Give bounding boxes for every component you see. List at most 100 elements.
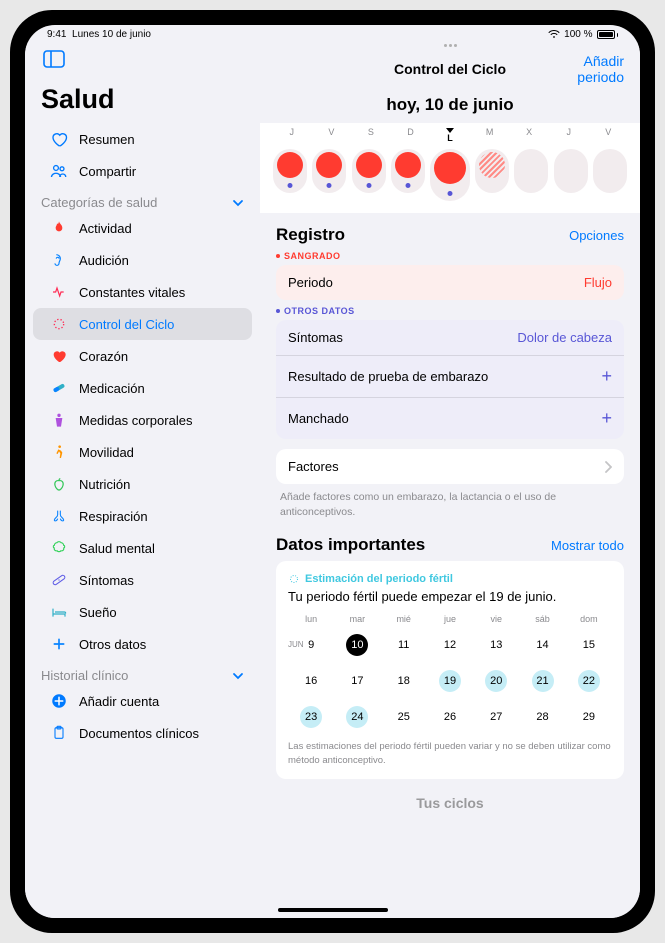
apple-icon [49,474,69,494]
sangrado-label: SANGRADO [276,251,624,261]
sidebar-item-add-account[interactable]: Añadir cuenta [33,685,252,717]
sidebar-item-label: Movilidad [79,445,134,460]
cal-cell[interactable]: 23 [288,702,334,732]
cal-cell[interactable]: 17 [334,666,380,696]
fertile-window-card[interactable]: Estimación del periodo fértil Tu periodo… [276,561,624,779]
sidebar-item-share[interactable]: Compartir [33,155,252,187]
cycle-day-bubble[interactable] [391,149,425,193]
vitals-icon [49,282,69,302]
sidebar-item-medication[interactable]: Medicación [33,372,252,404]
home-indicator[interactable] [278,908,388,912]
sidebar-item-label: Audición [79,253,129,268]
sidebar-item-activity[interactable]: Actividad [33,212,252,244]
sidebar-section-records[interactable]: Historial clínico [25,660,260,685]
cal-day-header: dom [566,614,612,624]
week-day-label: X [509,127,549,143]
cal-cell[interactable]: 11 [381,630,427,660]
show-all-button[interactable]: Mostrar todo [551,538,624,553]
sidebar-item-label: Corazón [79,349,128,364]
week-day-label: S [351,127,391,143]
week-strip[interactable]: JVSDLMXJV [260,123,640,213]
cal-cell[interactable]: 16 [288,666,334,696]
cal-cell[interactable]: 29 [566,702,612,732]
cal-cell[interactable]: 25 [381,702,427,732]
cal-cell[interactable]: 26 [427,702,473,732]
sidebar-item-summary[interactable]: Resumen [33,123,252,155]
cycle-day-bubble[interactable] [273,149,307,193]
sidebar-item-label: Medidas corporales [79,413,192,428]
cal-cell[interactable]: 15 [566,630,612,660]
cal-cell[interactable]: 22 [566,666,612,696]
pill-icon [49,378,69,398]
section-title: Registro [276,225,345,245]
flame-icon [49,218,69,238]
factores-row[interactable]: Factores [276,449,624,484]
cal-cell[interactable]: 10 [334,630,380,660]
cal-cell[interactable]: 18 [381,666,427,696]
sidebar-item-body[interactable]: Medidas corporales [33,404,252,436]
cal-day-header: sáb [519,614,565,624]
sidebar-item-sleep[interactable]: Sueño [33,596,252,628]
calendar-note: Las estimaciones del periodo fértil pued… [288,740,612,767]
row-label: Síntomas [288,330,343,345]
cal-cell[interactable]: 24 [334,702,380,732]
sidebar-item-mental[interactable]: Salud mental [33,532,252,564]
sidebar-item-mobility[interactable]: Movilidad [33,436,252,468]
cal-cell[interactable]: 13 [473,630,519,660]
cal-cell[interactable]: 28 [519,702,565,732]
sidebar-item-nutrition[interactable]: Nutrición [33,468,252,500]
sidebar-item-symptoms[interactable]: Síntomas [33,564,252,596]
cal-cell[interactable]: 12 [427,630,473,660]
cal-day-header: mar [334,614,380,624]
add-circle-icon [49,691,69,711]
sidebar-item-label: Compartir [79,164,136,179]
cycle-day-bubble[interactable] [554,149,588,193]
row-label: Periodo [288,275,333,290]
cal-cell[interactable]: 19 [427,666,473,696]
sidebar-item-label: Constantes vitales [79,285,185,300]
row-label: Factores [288,459,339,474]
row-label: Resultado de prueba de embarazo [288,369,488,384]
cal-cell[interactable]: 27 [473,702,519,732]
periodo-row[interactable]: Periodo Flujo [276,265,624,300]
highlight-text: Tu periodo fértil puede empezar el 19 de… [288,589,612,604]
cal-cell[interactable]: 20 [473,666,519,696]
cycle-day-bubble[interactable] [475,149,509,193]
lungs-icon [49,506,69,526]
cal-cell[interactable]: 14 [519,630,565,660]
cycle-day-bubble[interactable] [352,149,386,193]
cycle-day-bubble[interactable] [430,149,470,201]
plus-icon: + [601,408,612,429]
options-button[interactable]: Opciones [569,228,624,243]
manchado-row[interactable]: Manchado + [276,398,624,439]
sidebar-item-label: Control del Ciclo [79,317,174,332]
week-day-label: L [430,127,470,143]
sidebar-item-hearing[interactable]: Audición [33,244,252,276]
cycle-day-bubble[interactable] [312,149,346,193]
sidebar-item-other[interactable]: Otros datos [33,628,252,660]
sidebar-item-label: Otros datos [79,637,146,652]
cal-cell[interactable]: 21 [519,666,565,696]
week-day-label: M [470,127,510,143]
wifi-icon [548,30,560,39]
highlights-section: Datos importantes Mostrar todo Estimació… [260,523,640,791]
sidebar-item-heart[interactable]: Corazón [33,340,252,372]
sidebar-item-vitals[interactable]: Constantes vitales [33,276,252,308]
embarazo-row[interactable]: Resultado de prueba de embarazo + [276,356,624,398]
sidebar-item-cycle[interactable]: Control del Ciclo [33,308,252,340]
add-period-button[interactable]: Añadir periodo [534,53,624,85]
cycle-day-bubble[interactable] [514,149,548,193]
cycle-day-bubble[interactable] [593,149,627,193]
plus-icon: + [601,366,612,387]
app-title: Salud [25,76,260,123]
heart-fill-icon [49,346,69,366]
cal-cell[interactable]: 9 [288,630,334,660]
sidebar-item-label: Síntomas [79,573,134,588]
sidebar-item-label: Medicación [79,381,145,396]
sidebar-item-respiratory[interactable]: Respiración [33,500,252,532]
sidebar-item-clinical-docs[interactable]: Documentos clínicos [33,717,252,749]
sidebar-section-categories[interactable]: Categorías de salud [25,187,260,212]
sintomas-row[interactable]: Síntomas Dolor de cabeza [276,320,624,356]
week-day-label: J [272,127,312,143]
sidebar-toggle-button[interactable] [41,48,67,70]
